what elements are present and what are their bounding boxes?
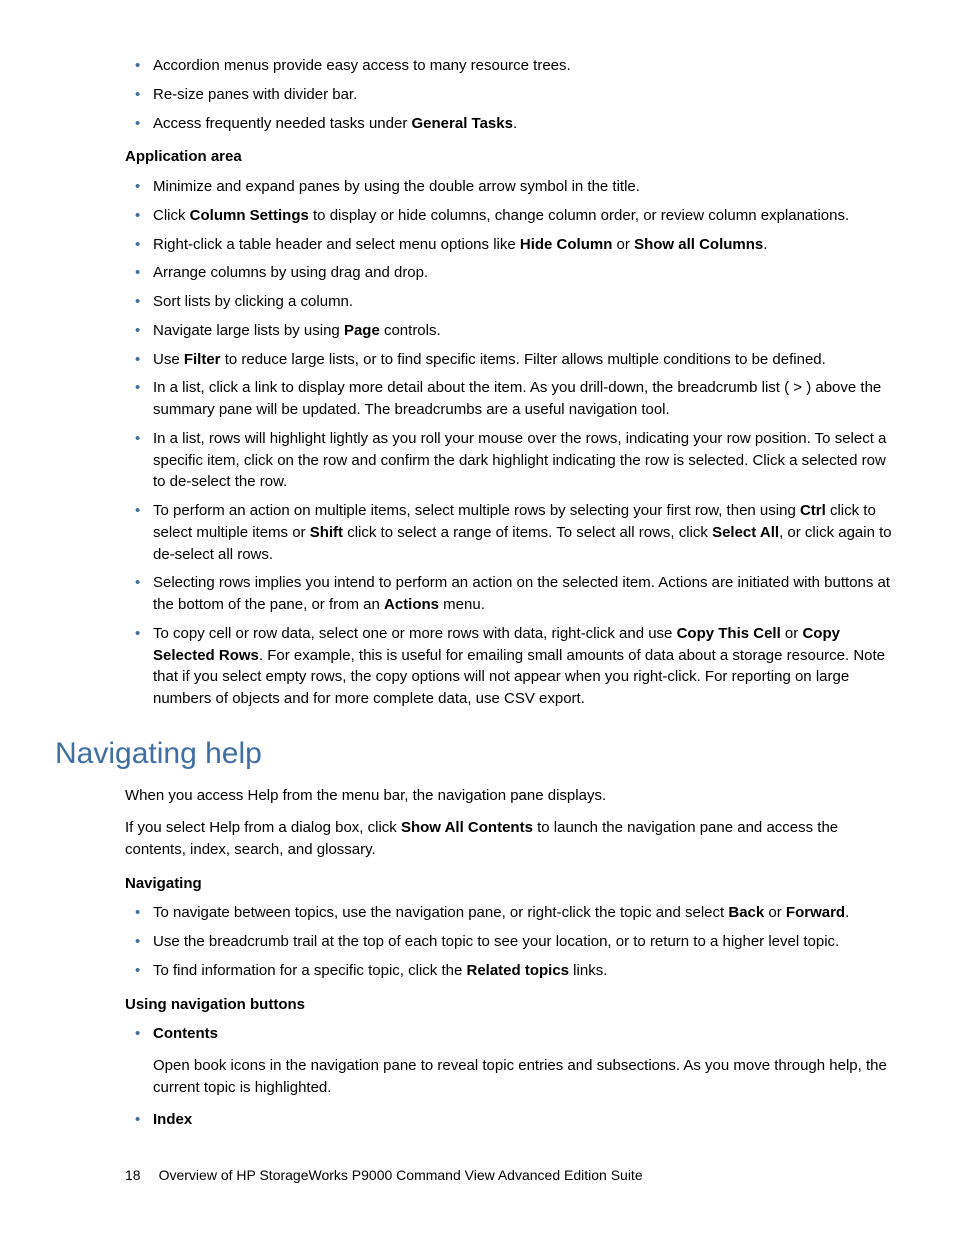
text: controls. — [380, 322, 441, 339]
navigating-list: To navigate between topics, use the navi… — [125, 902, 899, 981]
text: To find information for a specific topic… — [153, 962, 466, 979]
bold-text: Forward — [786, 904, 845, 921]
text: Re-size panes with divider bar. — [153, 86, 357, 103]
list-item: Arrange columns by using drag and drop. — [153, 262, 899, 284]
text: Use the breadcrumb trail at the top of e… — [153, 933, 839, 950]
bold-text: Filter — [184, 351, 221, 368]
text: menu. — [439, 596, 485, 613]
text: . — [763, 236, 767, 253]
list-item: To copy cell or row data, select one or … — [153, 623, 899, 710]
list-item: Right-click a table header and select me… — [153, 234, 899, 256]
bold-text: Select All — [712, 524, 779, 541]
paragraph: If you select Help from a dialog box, cl… — [125, 817, 899, 861]
text: Click — [153, 207, 190, 224]
body-content: Accordion menus provide easy access to m… — [125, 55, 899, 1130]
text: . — [845, 904, 849, 921]
text: click to select a range of items. To sel… — [343, 524, 712, 541]
bold-text: Copy This Cell — [677, 625, 781, 642]
subheading-application-area: Application area — [125, 146, 899, 168]
text: . — [513, 115, 517, 132]
list-item: To navigate between topics, use the navi… — [153, 902, 899, 924]
page-number: 18 — [125, 1165, 141, 1185]
bold-text: Back — [728, 904, 764, 921]
subheading-navigation-buttons: Using navigation buttons — [125, 994, 899, 1016]
text: Accordion menus provide easy access to m… — [153, 57, 571, 74]
text: or — [612, 236, 634, 253]
bold-text: Contents — [153, 1025, 218, 1042]
list-item: Use the breadcrumb trail at the top of e… — [153, 931, 899, 953]
list-item: Selecting rows implies you intend to per… — [153, 572, 899, 616]
text: Right-click a table header and select me… — [153, 236, 520, 253]
text: Navigate large lists by using — [153, 322, 344, 339]
list-item: Contents Open book icons in the navigati… — [153, 1023, 899, 1098]
footer-title: Overview of HP StorageWorks P9000 Comman… — [159, 1167, 643, 1183]
list-item: Index — [153, 1109, 899, 1131]
subheading-navigating: Navigating — [125, 873, 899, 895]
text: In a list, click a link to display more … — [153, 379, 881, 418]
bold-text: Related topics — [466, 962, 569, 979]
text: or — [764, 904, 786, 921]
intro-list: Accordion menus provide easy access to m… — [125, 55, 899, 134]
list-item: To perform an action on multiple items, … — [153, 500, 899, 565]
text: To perform an action on multiple items, … — [153, 502, 800, 519]
text: If you select Help from a dialog box, cl… — [125, 819, 401, 836]
text: to display or hide columns, change colum… — [309, 207, 849, 224]
list-item: Use Filter to reduce large lists, or to … — [153, 349, 899, 371]
list-item: Click Column Settings to display or hide… — [153, 205, 899, 227]
text: In a list, rows will highlight lightly a… — [153, 430, 886, 491]
heading-navigating-help: Navigating help — [55, 732, 899, 776]
bold-text: Hide Column — [520, 236, 613, 253]
navigation-buttons-list: Contents Open book icons in the navigati… — [125, 1023, 899, 1130]
list-item: In a list, rows will highlight lightly a… — [153, 428, 899, 493]
bold-text: Shift — [310, 524, 343, 541]
application-area-list: Minimize and expand panes by using the d… — [125, 176, 899, 710]
bold-text: Column Settings — [190, 207, 309, 224]
list-item: To find information for a specific topic… — [153, 960, 899, 982]
paragraph: When you access Help from the menu bar, … — [125, 785, 899, 807]
text: Use — [153, 351, 184, 368]
bold-text: Show all Columns — [634, 236, 763, 253]
text: To navigate between topics, use the navi… — [153, 904, 728, 921]
bold-text: Index — [153, 1111, 192, 1128]
text: to reduce large lists, or to find specif… — [221, 351, 826, 368]
list-item: Sort lists by clicking a column. — [153, 291, 899, 313]
bold-text: General Tasks — [412, 115, 513, 132]
text: Selecting rows implies you intend to per… — [153, 574, 890, 613]
list-item: Navigate large lists by using Page contr… — [153, 320, 899, 342]
list-item: Accordion menus provide easy access to m… — [153, 55, 899, 77]
paragraph: Open book icons in the navigation pane t… — [153, 1055, 899, 1099]
bold-text: Ctrl — [800, 502, 826, 519]
text: Arrange columns by using drag and drop. — [153, 264, 428, 281]
text: Minimize and expand panes by using the d… — [153, 178, 640, 195]
page-footer: 18 Overview of HP StorageWorks P9000 Comm… — [125, 1165, 643, 1185]
text: Access frequently needed tasks under — [153, 115, 412, 132]
text: Sort lists by clicking a column. — [153, 293, 353, 310]
text: . For example, this is useful for emaili… — [153, 647, 885, 708]
list-item: In a list, click a link to display more … — [153, 377, 899, 421]
text: links. — [569, 962, 607, 979]
list-item: Access frequently needed tasks under Gen… — [153, 113, 899, 135]
text: To copy cell or row data, select one or … — [153, 625, 677, 642]
bold-text: Page — [344, 322, 380, 339]
list-item: Minimize and expand panes by using the d… — [153, 176, 899, 198]
document-page: Accordion menus provide easy access to m… — [0, 0, 954, 1235]
list-item: Re-size panes with divider bar. — [153, 84, 899, 106]
text: or — [781, 625, 803, 642]
bold-text: Actions — [384, 596, 439, 613]
bold-text: Show All Contents — [401, 819, 533, 836]
